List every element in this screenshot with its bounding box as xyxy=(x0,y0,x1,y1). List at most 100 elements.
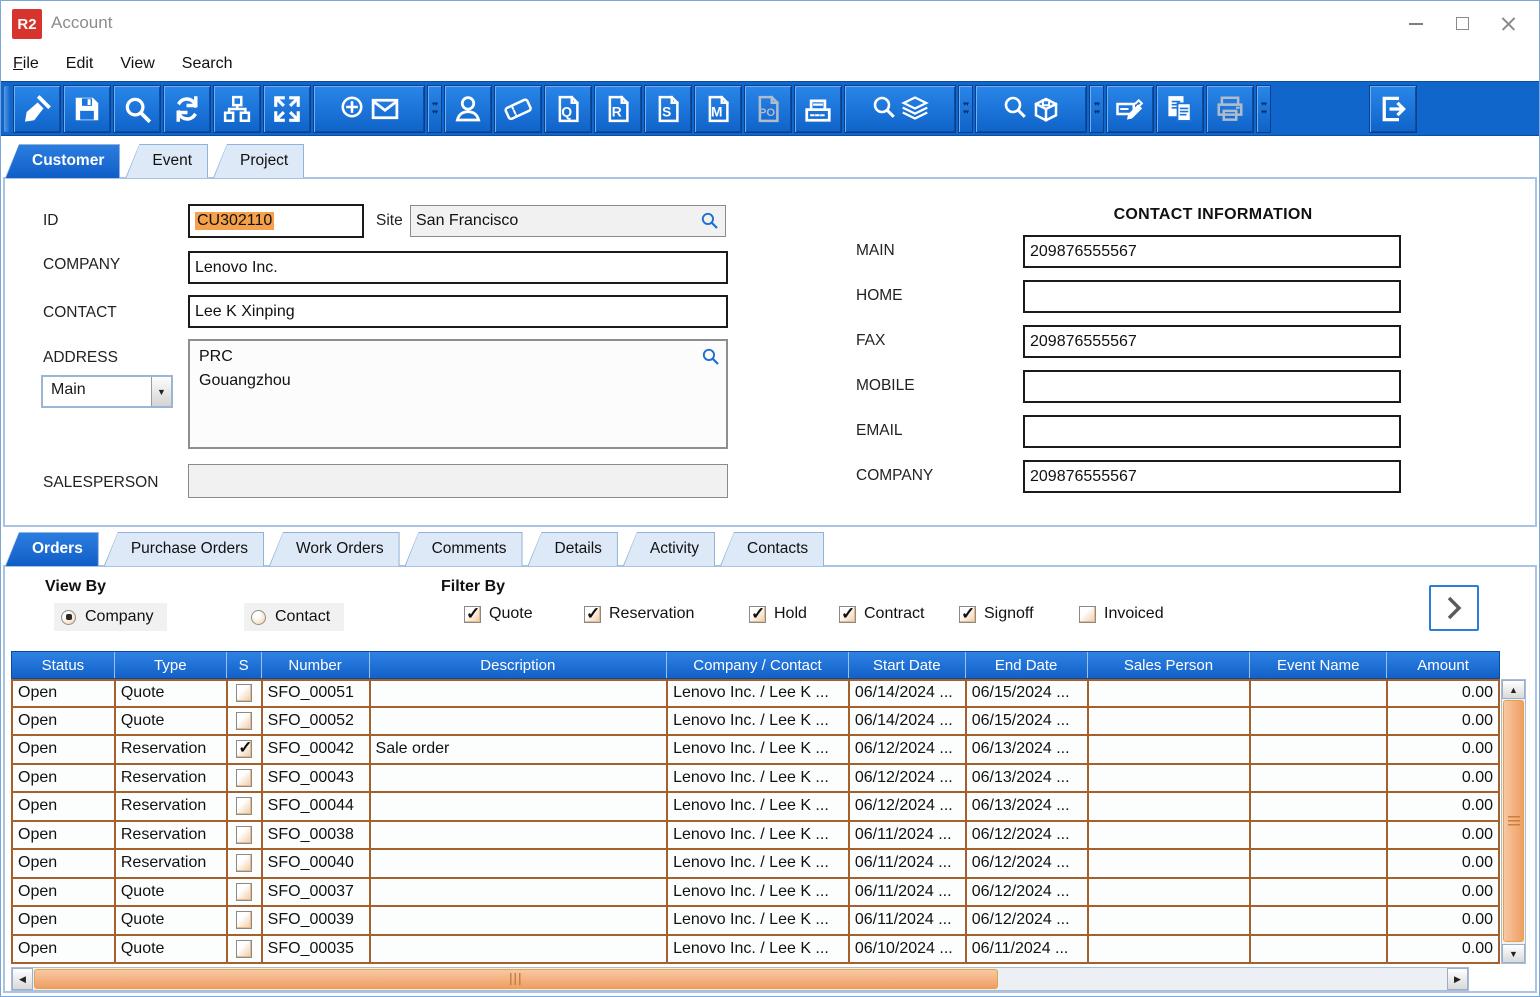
row-s-checkbox[interactable] xyxy=(236,825,253,844)
id-field[interactable]: CU302110 xyxy=(188,204,364,238)
save-button[interactable] xyxy=(63,84,111,133)
filter-signoff-checkbox[interactable]: Signoff xyxy=(959,604,1034,624)
site-field[interactable]: San Francisco xyxy=(410,205,726,237)
detail-tab-work-orders[interactable]: Work Orders xyxy=(269,532,400,566)
column-header-amount[interactable]: Amount xyxy=(1387,652,1499,678)
scroll-right-button[interactable]: ▶ xyxy=(1447,968,1468,990)
table-row[interactable]: Open Quote SFO_00035 Lenovo Inc. / Lee K ..… xyxy=(11,935,1500,964)
menu-search[interactable]: Search xyxy=(182,55,233,73)
sweep-button[interactable] xyxy=(13,84,61,133)
table-row[interactable]: Open Reservation SFO_00040 Lenovo Inc. / Le… xyxy=(11,850,1500,879)
contact-info-mobile-field[interactable] xyxy=(1023,370,1401,403)
main-tab-project[interactable]: Project xyxy=(213,144,305,178)
address-search-icon[interactable] xyxy=(701,347,720,366)
expand-button[interactable] xyxy=(263,84,311,133)
toolbar-overflow-button[interactable]: ▾▾ ▾▾ xyxy=(1089,84,1104,133)
company-field[interactable]: Lenovo Inc. xyxy=(188,251,728,284)
scroll-down-button[interactable]: ▼ xyxy=(1502,944,1525,963)
column-header-number[interactable]: Number xyxy=(262,652,370,678)
column-header-company-contact[interactable]: Company / Contact xyxy=(667,652,849,678)
row-s-checkbox[interactable] xyxy=(236,797,253,816)
view-by-contact-radio[interactable]: Contact xyxy=(244,603,345,631)
column-header-event-name[interactable]: Event Name xyxy=(1250,652,1388,678)
main-tab-customer[interactable]: Customer xyxy=(5,144,121,178)
address-field[interactable]: PRC Gouangzhou xyxy=(188,339,728,449)
table-row[interactable]: Open Quote SFO_00051 Lenovo Inc. / Lee K ..… xyxy=(11,679,1500,708)
contact-info-home-field[interactable] xyxy=(1023,280,1401,313)
column-header-start-date[interactable]: Start Date xyxy=(849,652,966,678)
address-type-dropdown[interactable]: Main ▼ xyxy=(41,375,173,408)
filter-reservation-checkbox[interactable]: Reservation xyxy=(584,604,694,624)
detail-tab-orders[interactable]: Orders xyxy=(5,532,99,566)
print-button[interactable] xyxy=(1206,84,1254,133)
menu-edit[interactable]: Edit xyxy=(66,55,94,73)
column-header-sales-person[interactable]: Sales Person xyxy=(1088,652,1251,678)
close-button[interactable] xyxy=(1485,8,1531,40)
exit-button[interactable] xyxy=(1369,84,1417,133)
filter-contract-checkbox[interactable]: Contract xyxy=(839,604,924,624)
copy-button[interactable] xyxy=(1156,84,1204,133)
toolbar-overflow-button[interactable]: ▾▾ ▾▾ xyxy=(958,84,973,133)
site-search-icon[interactable] xyxy=(700,211,719,230)
detail-tab-comments[interactable]: Comments xyxy=(404,532,523,566)
detail-tab-contacts[interactable]: Contacts xyxy=(720,532,825,566)
contact-info-fax-field[interactable]: 209876555567 xyxy=(1023,325,1401,358)
edit-record-button[interactable] xyxy=(1106,84,1154,133)
doc-po-button[interactable]: PO xyxy=(744,84,792,133)
toolbar-overflow-button[interactable]: ▾▾ ▾▾ xyxy=(1256,84,1271,133)
menu-view[interactable]: View xyxy=(120,55,154,73)
row-s-checkbox[interactable] xyxy=(236,882,253,901)
detail-tab-activity[interactable]: Activity xyxy=(622,532,715,566)
vertical-scrollbar[interactable]: ▲ ▼ xyxy=(1501,679,1526,964)
org-chart-button[interactable] xyxy=(213,84,261,133)
view-by-company-radio[interactable]: Company xyxy=(54,603,168,631)
row-s-checkbox[interactable] xyxy=(236,854,253,873)
scroll-up-button[interactable]: ▲ xyxy=(1502,680,1525,699)
next-page-button[interactable] xyxy=(1429,585,1479,631)
scroll-left-button[interactable]: ◀ xyxy=(12,968,33,990)
maximize-button[interactable] xyxy=(1439,8,1485,40)
table-row[interactable]: Open Quote SFO_00039 Lenovo Inc. / Lee K ..… xyxy=(11,907,1500,936)
filter-invoiced-checkbox[interactable]: Invoiced xyxy=(1079,605,1164,623)
dropdown-arrow-icon[interactable]: ▼ xyxy=(151,377,171,406)
salesperson-field[interactable] xyxy=(188,464,728,498)
doc-m-button[interactable]: M xyxy=(694,84,742,133)
filter-hold-checkbox[interactable]: Hold xyxy=(749,604,807,624)
person-button[interactable] xyxy=(444,84,492,133)
menu-file[interactable]: File xyxy=(13,55,39,73)
column-header-type[interactable]: Type xyxy=(115,652,227,678)
new-mail-button[interactable] xyxy=(313,84,425,133)
row-s-checkbox[interactable] xyxy=(236,939,253,958)
table-row[interactable]: Open Quote SFO_00052 Lenovo Inc. / Lee K ..… xyxy=(11,707,1500,736)
contact-info-main-field[interactable]: 209876555567 xyxy=(1023,235,1401,268)
minimize-button[interactable] xyxy=(1393,8,1439,40)
column-header-status[interactable]: Status xyxy=(12,652,115,678)
row-s-checkbox[interactable] xyxy=(236,911,253,930)
column-header-s[interactable]: S xyxy=(227,652,262,678)
search-box-button[interactable] xyxy=(975,84,1087,133)
search-layers-button[interactable] xyxy=(844,84,956,133)
column-header-end-date[interactable]: End Date xyxy=(966,652,1088,678)
horizontal-scrollbar[interactable]: ◀ ▶ xyxy=(11,967,1469,991)
refresh-button[interactable] xyxy=(163,84,211,133)
table-row[interactable]: Open Reservation SFO_00038 Lenovo Inc. / Le… xyxy=(11,821,1500,850)
detail-tab-purchase-orders[interactable]: Purchase Orders xyxy=(103,532,265,566)
row-s-checkbox[interactable] xyxy=(236,711,253,730)
doc-r-button[interactable]: R xyxy=(594,84,642,133)
main-tab-event[interactable]: Event xyxy=(125,144,208,178)
toolbar-grip[interactable] xyxy=(4,85,10,132)
detail-tab-details[interactable]: Details xyxy=(527,532,618,566)
table-row[interactable]: Open Quote SFO_00037 Lenovo Inc. / Lee K ..… xyxy=(11,878,1500,907)
row-s-checkbox[interactable] xyxy=(236,768,253,787)
contact-info-email-field[interactable] xyxy=(1023,415,1401,448)
table-row[interactable]: OpenReservation SFO_00042Sale orderLenovo… xyxy=(11,736,1500,765)
doc-q-button[interactable]: Q xyxy=(544,84,592,133)
column-header-description[interactable]: Description xyxy=(370,652,668,678)
filter-quote-checkbox[interactable]: Quote xyxy=(464,604,533,624)
search-button[interactable] xyxy=(113,84,161,133)
toolbar-overflow-button[interactable]: ▾▾ ▾▾ xyxy=(427,84,442,133)
register-button[interactable] xyxy=(794,84,842,133)
horizontal-scrollbar-thumb[interactable] xyxy=(34,969,998,989)
contact-field[interactable]: Lee K Xinping xyxy=(188,295,728,328)
vertical-scrollbar-thumb[interactable] xyxy=(1503,700,1524,942)
